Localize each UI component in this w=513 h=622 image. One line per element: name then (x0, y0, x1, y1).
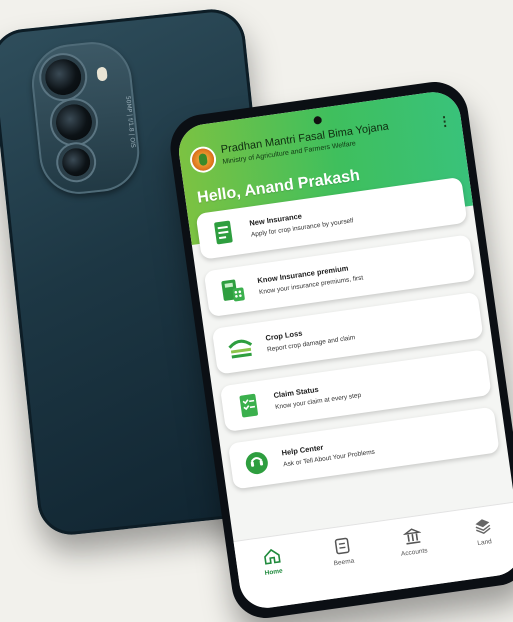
support-icon (245, 452, 268, 475)
nav-beema[interactable]: Beema (316, 534, 370, 570)
document-icon (334, 537, 350, 555)
calculator-icon (221, 279, 245, 302)
camera-lens-icon (60, 146, 92, 178)
camera-spec-text: 50MP | f/1.8 | OIS (124, 95, 137, 149)
camera-lens-icon (43, 57, 83, 97)
nav-label: Land (476, 538, 493, 548)
bottom-nav: Home Beema Accounts Land (233, 501, 513, 612)
card-list: New Insurance Apply for crop insurance b… (187, 174, 507, 491)
nav-label: Accounts (400, 547, 429, 558)
layers-icon (474, 519, 491, 535)
app-logo-icon (190, 147, 216, 173)
flash-icon (96, 66, 108, 82)
crop-loss-icon (228, 339, 253, 359)
nav-land[interactable]: Land (456, 514, 510, 550)
camera-module: 50MP | f/1.8 | OIS (28, 38, 144, 198)
home-icon (263, 548, 281, 565)
nav-label: Home (264, 567, 284, 578)
front-phone: Pradhan Mantri Fasal Bima Yojana Ministr… (166, 77, 513, 622)
more-vertical-icon[interactable]: ⋮ (437, 113, 452, 130)
bank-icon (402, 528, 422, 545)
document-list-icon (214, 220, 233, 245)
nav-home[interactable]: Home (245, 544, 299, 580)
nav-accounts[interactable]: Accounts (386, 524, 440, 560)
nav-label: Beema (333, 557, 355, 568)
card-title: Help Center (281, 442, 324, 458)
checklist-icon (239, 393, 258, 418)
phone-screen: Pradhan Mantri Fasal Bima Yojana Ministr… (175, 88, 513, 612)
card-title: Crop Loss (264, 328, 303, 343)
camera-lens-icon (54, 102, 94, 143)
